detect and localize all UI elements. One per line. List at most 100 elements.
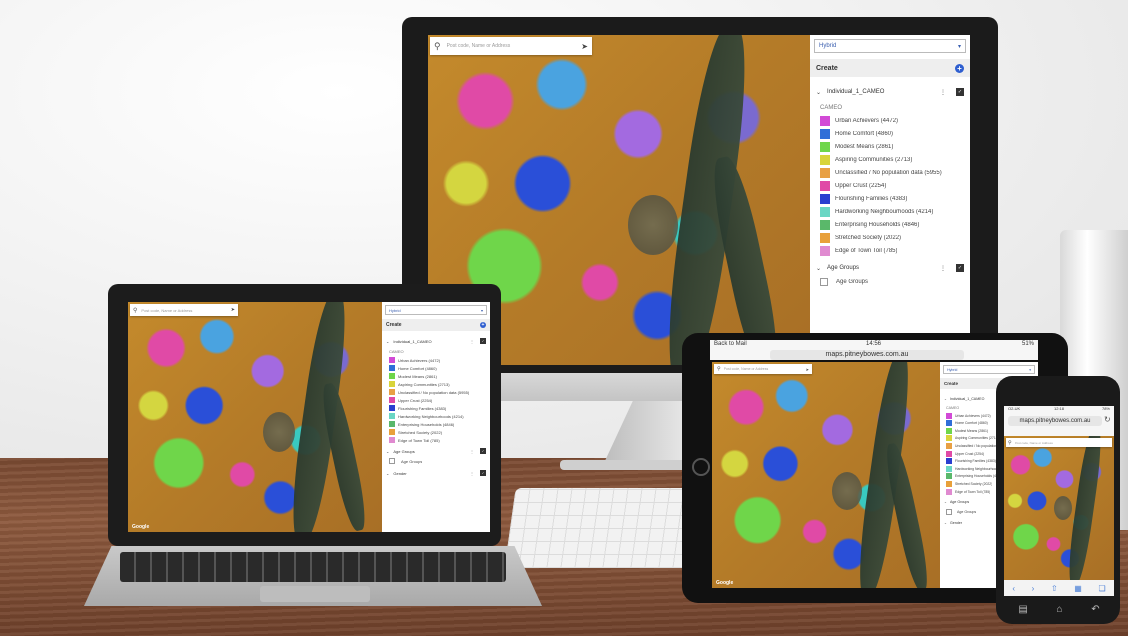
search-input[interactable]: Post code, Name or Address <box>447 43 582 49</box>
legend-swatch <box>389 421 395 427</box>
legend-item: Upper Crust (2254) <box>820 181 960 191</box>
add-layer-button[interactable]: + <box>955 63 964 73</box>
create-bar: Create + <box>382 319 490 331</box>
forward-icon[interactable]: › <box>1032 584 1035 593</box>
laptop-search-bar[interactable]: ⚲ Post code, Name or Address ➤ <box>130 304 238 316</box>
legend-swatch <box>820 194 830 204</box>
chevron-down-icon[interactable]: ⌄ <box>386 449 389 454</box>
layer-header-age-groups[interactable]: ⌄ Age Groups ⋮ ✓ <box>810 260 970 276</box>
legend-item: Stretched Society (2022) <box>820 233 960 243</box>
share-icon[interactable]: ⇧ <box>1051 584 1058 593</box>
chevron-down-icon[interactable]: ⌄ <box>816 89 821 96</box>
search-input[interactable]: Post code, Name or Address <box>1015 441 1110 445</box>
hill <box>263 412 295 452</box>
tablet-map[interactable]: Google <box>712 362 940 588</box>
age-groups-item[interactable]: Age Groups <box>810 276 970 288</box>
layer-visibility-checkbox[interactable]: ✓ <box>956 264 964 272</box>
locate-icon[interactable]: ➤ <box>581 42 588 51</box>
legend-swatch <box>820 246 830 256</box>
layer-visibility-checkbox[interactable]: ✓ <box>480 338 486 344</box>
tabs-icon[interactable]: ❏ <box>1098 584 1105 593</box>
reload-icon[interactable]: ↻ <box>1104 415 1111 424</box>
legend-swatch <box>389 365 395 371</box>
legend-swatch <box>946 420 952 427</box>
create-label: Create <box>944 381 959 386</box>
legend-swatch <box>820 155 830 165</box>
more-options-icon[interactable]: ⋮ <box>470 449 474 454</box>
legend-item: Home Comfort (4860) <box>389 365 483 371</box>
legend-label: Upper Crust (2254) <box>398 397 433 403</box>
more-options-icon[interactable]: ⋮ <box>470 471 474 476</box>
layer-header-age-groups[interactable]: ⌄ Age Groups ⋮ ✓ <box>382 445 490 457</box>
phone-map[interactable] <box>1004 436 1114 580</box>
monitor-search-bar[interactable]: ⚲ Post code, Name or Address ➤ <box>430 37 592 55</box>
legend-item: Modest Means (2861) <box>820 142 960 152</box>
layer-header-gender[interactable]: ⌄ Gender ⋮ ✓ <box>382 467 490 479</box>
legend-label: Enterprising Households (4846) <box>835 222 920 228</box>
more-options-icon[interactable]: ⋮ <box>940 265 946 272</box>
create-label: Create <box>816 64 838 72</box>
bookmarks-icon[interactable]: ▦ <box>1074 584 1082 593</box>
legend-swatch <box>389 437 395 443</box>
legend-item: Enterprising Households (4846) <box>389 421 483 427</box>
laptop-trackpad <box>260 586 370 602</box>
google-logo: Google <box>132 524 150 530</box>
layer-visibility-checkbox[interactable]: ✓ <box>480 470 486 476</box>
back-to-mail-link[interactable]: Back to Mail <box>714 341 747 347</box>
age-groups-item[interactable]: Age Groups <box>382 457 490 465</box>
phone-search-bar[interactable]: ⚲ Post code, Name or Address <box>1006 438 1112 447</box>
legend-item: Flourishing Families (4383) <box>820 194 960 204</box>
legend-swatch <box>389 381 395 387</box>
layer-header-cameo[interactable]: ⌄ Individual_1_CAMEO ⋮ ✓ <box>810 83 970 101</box>
back-icon[interactable]: ‹ <box>1012 584 1015 593</box>
locate-icon[interactable]: ➤ <box>806 367 809 372</box>
legend-item: Hardworking Neighbourhoods (4214) <box>389 413 483 419</box>
basemap-select[interactable]: Hybrid ▾ <box>385 305 487 315</box>
more-options-icon[interactable]: ⋮ <box>470 339 474 344</box>
layer-visibility-checkbox[interactable]: ✓ <box>956 88 964 96</box>
tablet-home-button[interactable] <box>692 458 710 476</box>
address-bar[interactable]: maps.pitneybowes.com.au <box>1008 416 1102 426</box>
legend-swatch <box>389 413 395 419</box>
legend-swatch <box>820 207 830 217</box>
chevron-down-icon: ▾ <box>480 307 483 313</box>
add-layer-button[interactable]: + <box>480 322 486 328</box>
basemap-select[interactable]: Hybrid ▾ <box>814 39 966 53</box>
home-icon[interactable]: ⌂ <box>1057 604 1063 615</box>
chevron-down-icon[interactable]: ⌄ <box>944 397 947 401</box>
search-input[interactable]: Post code, Name or Address <box>724 367 806 371</box>
legend-label: Upper Crust (2254) <box>955 451 985 456</box>
legend-label: Flourishing Families (4383) <box>398 405 447 411</box>
chevron-down-icon[interactable]: ⌄ <box>944 521 947 525</box>
back-nav-icon[interactable]: ↶ <box>1091 604 1099 615</box>
legend-list: Urban Achievers (4472) Home Comfort (4860… <box>810 116 970 256</box>
legend-item: Aspiring Communities (2713) <box>820 155 960 165</box>
chevron-down-icon[interactable]: ⌄ <box>386 471 389 476</box>
locate-icon[interactable]: ➤ <box>231 307 235 313</box>
legend-swatch <box>389 429 395 435</box>
age-groups-checkbox[interactable] <box>946 508 952 515</box>
basemap-select[interactable]: Hybrid ▾ <box>943 365 1035 374</box>
laptop-map[interactable]: Google <box>128 302 382 532</box>
age-groups-checkbox[interactable] <box>820 278 828 286</box>
tablet-search-bar[interactable]: ⚲ Post code, Name or Address ➤ <box>714 364 812 374</box>
age-groups-label: Age Groups <box>957 509 977 514</box>
layer-name: Individual_1_CAMEO <box>393 338 432 344</box>
chevron-down-icon[interactable]: ⌄ <box>386 339 389 344</box>
age-groups-checkbox[interactable] <box>389 458 395 464</box>
hill <box>832 472 862 510</box>
legend-label: Aspiring Communities (2713) <box>835 157 913 163</box>
address-bar[interactable]: maps.pitneybowes.com.au <box>770 350 964 360</box>
more-options-icon[interactable]: ⋮ <box>940 89 946 96</box>
search-icon: ⚲ <box>1008 439 1012 446</box>
menu-icon[interactable]: ▤ <box>1018 604 1027 615</box>
search-input[interactable]: Post code, Name or Address <box>141 308 230 313</box>
legend-label: Edge of Town Toil (785) <box>955 489 991 494</box>
status-carrier: O2-UK <box>1008 406 1021 411</box>
legend-label: Urban Achievers (4472) <box>398 357 441 363</box>
layer-name: Individual_1_CAMEO <box>827 89 885 95</box>
layer-visibility-checkbox[interactable]: ✓ <box>480 448 486 454</box>
layer-header-cameo[interactable]: ⌄ Individual_1_CAMEO ⋮ ✓ <box>382 335 490 347</box>
chevron-down-icon[interactable]: ⌄ <box>816 265 821 272</box>
chevron-down-icon[interactable]: ⌄ <box>944 500 947 504</box>
